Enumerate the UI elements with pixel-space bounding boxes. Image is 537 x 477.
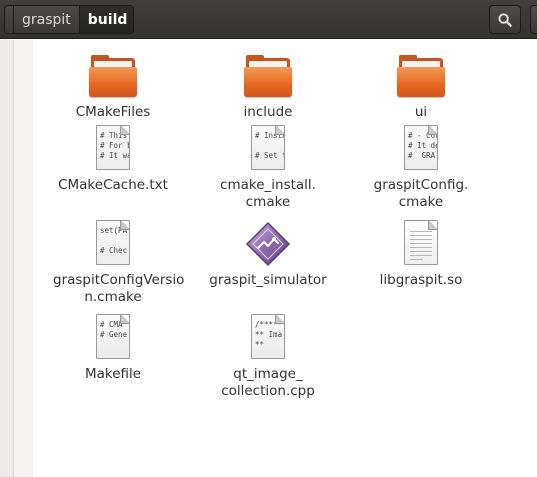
file-label: CMakeFiles — [75, 104, 151, 120]
file-label: qt_image_ collection.cpp — [221, 366, 315, 399]
file-label: graspit_simulator — [209, 272, 327, 288]
executable-icon — [244, 220, 292, 268]
sidebar-resize-handle[interactable] — [13, 40, 33, 477]
library-icon — [397, 220, 445, 268]
file-label: ui — [414, 104, 428, 120]
text-document-icon: # Insta # Set th — [244, 125, 292, 173]
breadcrumb: graspit build — [4, 5, 135, 34]
view-menu-button[interactable] — [530, 5, 537, 34]
folder-icon — [397, 52, 445, 100]
file-item-graspitconfig[interactable]: # - Cor # It de # GRA graspitConfig. cma… — [361, 121, 481, 213]
file-item-makefile[interactable]: # CMA # Gene Makefile — [53, 310, 173, 402]
file-label: libgraspit.so — [379, 272, 463, 288]
document-preview: # This # For b # It wa — [100, 131, 129, 160]
file-item-graspit-simulator[interactable]: graspit_simulator — [208, 216, 328, 308]
folder-icon — [89, 52, 137, 100]
breadcrumb-build[interactable]: build — [79, 6, 134, 33]
file-view: CMakeFiles include ui # This # For b # I… — [34, 40, 537, 477]
file-label: graspitConfigVersio n.cmake — [53, 272, 185, 305]
document-preview: # - Cor # It de # GRA — [408, 131, 437, 160]
text-document-icon: # CMA # Gene — [89, 314, 137, 362]
file-item-cmake-install[interactable]: # Insta # Set th cmake_install. cmake — [208, 121, 328, 213]
file-label: graspitConfig. cmake — [373, 177, 469, 210]
file-label: cmake_install. cmake — [220, 177, 316, 210]
toolbar: graspit build — [0, 0, 537, 39]
text-document-icon: set(PA # Chec — [89, 220, 137, 268]
document-preview: set(PA # Chec — [100, 226, 128, 255]
document-preview: /***** ** Ima ** — [255, 320, 283, 349]
file-label: Makefile — [84, 366, 142, 382]
file-label: CMakeCache.txt — [58, 177, 168, 193]
file-item-graspitconfigversion[interactable]: set(PA # Chec graspitConfigVersio n.cmak… — [53, 216, 185, 308]
file-item-qt-image-collection[interactable]: /***** ** Ima ** qt_image_ collection.cp… — [208, 310, 328, 402]
document-preview: # Insta # Set th — [255, 131, 285, 160]
folder-icon — [244, 52, 292, 100]
file-item-cmakecache[interactable]: # This # For b # It wa CMakeCache.txt — [53, 121, 173, 213]
text-document-icon: /***** ** Ima ** — [244, 314, 292, 362]
file-label: include — [243, 104, 293, 120]
text-document-icon: # - Cor # It de # GRA — [397, 125, 445, 173]
text-document-icon: # This # For b # It wa — [89, 125, 137, 173]
breadcrumb-graspit[interactable]: graspit — [14, 6, 80, 33]
search-button[interactable] — [489, 5, 521, 34]
breadcrumb-scroll-left[interactable] — [5, 6, 14, 33]
file-item-libgraspit[interactable]: libgraspit.so — [361, 216, 481, 308]
search-icon — [498, 12, 512, 27]
